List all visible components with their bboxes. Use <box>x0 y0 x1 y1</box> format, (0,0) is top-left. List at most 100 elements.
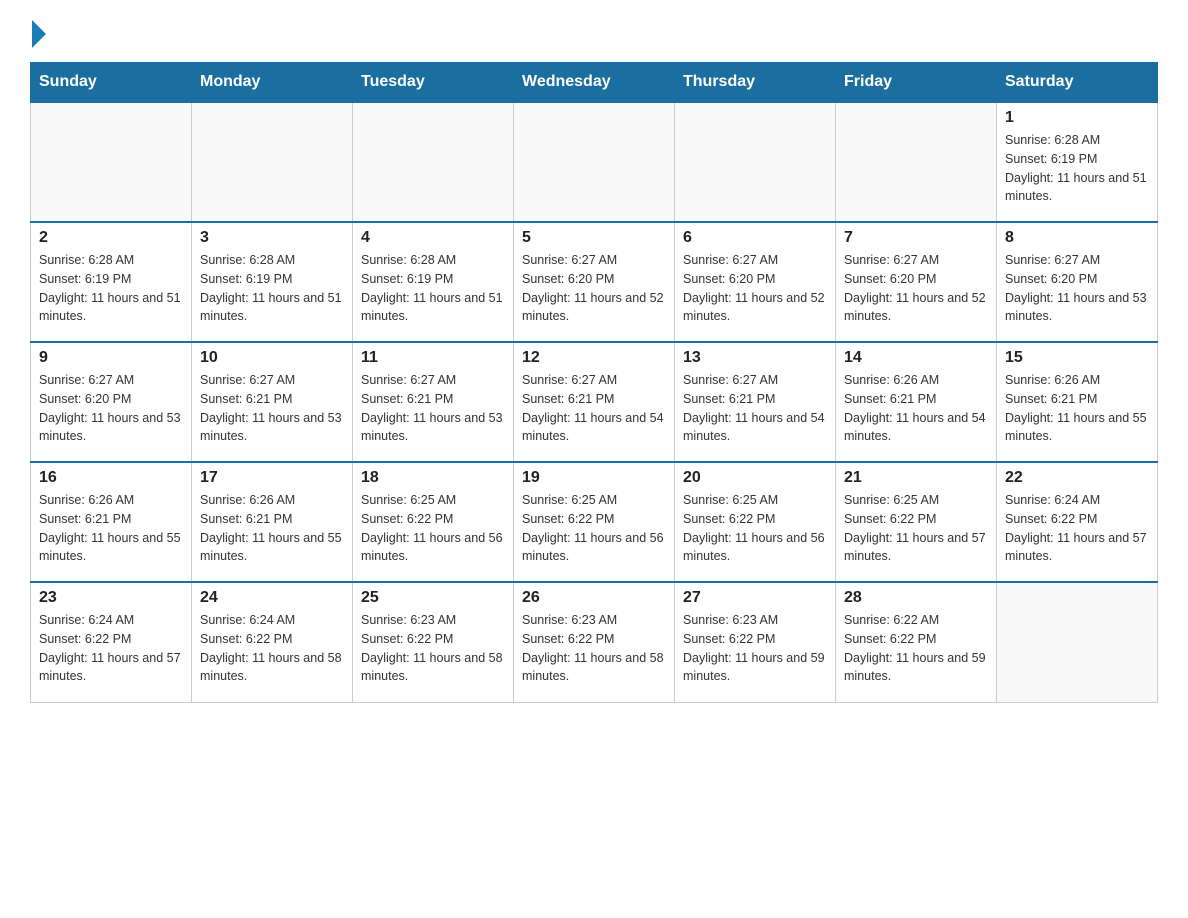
calendar-week-row: 2 Sunrise: 6:28 AM Sunset: 6:19 PM Daylig… <box>31 222 1158 342</box>
calendar-day-cell: 5 Sunrise: 6:27 AM Sunset: 6:20 PM Daylig… <box>514 222 675 342</box>
calendar-day-cell <box>675 102 836 222</box>
day-info: Sunrise: 6:28 AM Sunset: 6:19 PM Dayligh… <box>1005 131 1149 206</box>
calendar-day-cell: 19 Sunrise: 6:25 AM Sunset: 6:22 PM Dayli… <box>514 462 675 582</box>
day-info: Sunrise: 6:28 AM Sunset: 6:19 PM Dayligh… <box>361 251 505 326</box>
calendar-day-cell: 10 Sunrise: 6:27 AM Sunset: 6:21 PM Dayli… <box>192 342 353 462</box>
page-header <box>30 20 1158 46</box>
logo-arrow-icon <box>32 20 46 48</box>
calendar-day-cell: 13 Sunrise: 6:27 AM Sunset: 6:21 PM Dayli… <box>675 342 836 462</box>
calendar-day-header: Saturday <box>997 63 1158 103</box>
calendar-day-cell: 1 Sunrise: 6:28 AM Sunset: 6:19 PM Daylig… <box>997 102 1158 222</box>
calendar-day-header: Wednesday <box>514 63 675 103</box>
calendar-day-cell: 11 Sunrise: 6:27 AM Sunset: 6:21 PM Dayli… <box>353 342 514 462</box>
day-info: Sunrise: 6:27 AM Sunset: 6:21 PM Dayligh… <box>683 371 827 446</box>
calendar-week-row: 16 Sunrise: 6:26 AM Sunset: 6:21 PM Dayli… <box>31 462 1158 582</box>
day-number: 9 <box>39 349 183 367</box>
calendar-day-header: Sunday <box>31 63 192 103</box>
day-info: Sunrise: 6:24 AM Sunset: 6:22 PM Dayligh… <box>1005 491 1149 566</box>
day-info: Sunrise: 6:28 AM Sunset: 6:19 PM Dayligh… <box>200 251 344 326</box>
day-info: Sunrise: 6:26 AM Sunset: 6:21 PM Dayligh… <box>1005 371 1149 446</box>
day-number: 18 <box>361 469 505 487</box>
calendar-day-header: Thursday <box>675 63 836 103</box>
day-number: 26 <box>522 589 666 607</box>
day-number: 8 <box>1005 229 1149 247</box>
day-number: 13 <box>683 349 827 367</box>
calendar-day-cell: 8 Sunrise: 6:27 AM Sunset: 6:20 PM Daylig… <box>997 222 1158 342</box>
calendar-day-cell: 4 Sunrise: 6:28 AM Sunset: 6:19 PM Daylig… <box>353 222 514 342</box>
calendar-day-cell <box>514 102 675 222</box>
day-number: 25 <box>361 589 505 607</box>
calendar-day-cell: 7 Sunrise: 6:27 AM Sunset: 6:20 PM Daylig… <box>836 222 997 342</box>
day-info: Sunrise: 6:27 AM Sunset: 6:20 PM Dayligh… <box>39 371 183 446</box>
calendar-day-cell: 17 Sunrise: 6:26 AM Sunset: 6:21 PM Dayli… <box>192 462 353 582</box>
day-number: 24 <box>200 589 344 607</box>
day-number: 3 <box>200 229 344 247</box>
calendar-day-cell: 16 Sunrise: 6:26 AM Sunset: 6:21 PM Dayli… <box>31 462 192 582</box>
calendar-header-row: SundayMondayTuesdayWednesdayThursdayFrid… <box>31 63 1158 103</box>
calendar-day-cell: 25 Sunrise: 6:23 AM Sunset: 6:22 PM Dayli… <box>353 582 514 702</box>
calendar-day-cell: 26Sunrise: 6:23 AM Sunset: 6:22 PM Dayli… <box>514 582 675 702</box>
calendar-day-cell: 18 Sunrise: 6:25 AM Sunset: 6:22 PM Dayli… <box>353 462 514 582</box>
day-info: Sunrise: 6:26 AM Sunset: 6:21 PM Dayligh… <box>39 491 183 566</box>
day-number: 14 <box>844 349 988 367</box>
day-info: Sunrise: 6:24 AM Sunset: 6:22 PM Dayligh… <box>200 611 344 686</box>
calendar-day-cell <box>192 102 353 222</box>
calendar-day-cell: 3 Sunrise: 6:28 AM Sunset: 6:19 PM Daylig… <box>192 222 353 342</box>
logo <box>30 20 46 46</box>
calendar-table: SundayMondayTuesdayWednesdayThursdayFrid… <box>30 62 1158 703</box>
day-info: Sunrise: 6:27 AM Sunset: 6:20 PM Dayligh… <box>683 251 827 326</box>
calendar-day-cell: 28Sunrise: 6:22 AM Sunset: 6:22 PM Dayli… <box>836 582 997 702</box>
calendar-day-cell: 24 Sunrise: 6:24 AM Sunset: 6:22 PM Dayli… <box>192 582 353 702</box>
calendar-day-cell: 12 Sunrise: 6:27 AM Sunset: 6:21 PM Dayli… <box>514 342 675 462</box>
day-info: Sunrise: 6:27 AM Sunset: 6:21 PM Dayligh… <box>200 371 344 446</box>
day-number: 11 <box>361 349 505 367</box>
day-info: Sunrise: 6:28 AM Sunset: 6:19 PM Dayligh… <box>39 251 183 326</box>
day-info: Sunrise: 6:26 AM Sunset: 6:21 PM Dayligh… <box>200 491 344 566</box>
calendar-day-cell: 2 Sunrise: 6:28 AM Sunset: 6:19 PM Daylig… <box>31 222 192 342</box>
day-number: 7 <box>844 229 988 247</box>
day-info: Sunrise: 6:27 AM Sunset: 6:20 PM Dayligh… <box>1005 251 1149 326</box>
day-info: Sunrise: 6:24 AM Sunset: 6:22 PM Dayligh… <box>39 611 183 686</box>
calendar-day-cell: 14 Sunrise: 6:26 AM Sunset: 6:21 PM Dayli… <box>836 342 997 462</box>
day-number: 2 <box>39 229 183 247</box>
day-info: Sunrise: 6:27 AM Sunset: 6:20 PM Dayligh… <box>844 251 988 326</box>
day-number: 23 <box>39 589 183 607</box>
day-number: 10 <box>200 349 344 367</box>
day-number: 19 <box>522 469 666 487</box>
calendar-day-cell: 27 Sunrise: 6:23 AM Sunset: 6:22 PM Dayli… <box>675 582 836 702</box>
calendar-week-row: 9 Sunrise: 6:27 AM Sunset: 6:20 PM Daylig… <box>31 342 1158 462</box>
day-info: Sunrise: 6:27 AM Sunset: 6:21 PM Dayligh… <box>522 371 666 446</box>
day-number: 20 <box>683 469 827 487</box>
day-info: Sunrise: 6:25 AM Sunset: 6:22 PM Dayligh… <box>683 491 827 566</box>
day-info: Sunrise: 6:25 AM Sunset: 6:22 PM Dayligh… <box>522 491 666 566</box>
day-info: Sunrise: 6:26 AM Sunset: 6:21 PM Dayligh… <box>844 371 988 446</box>
day-number: 1 <box>1005 109 1149 127</box>
calendar-day-cell <box>353 102 514 222</box>
calendar-day-cell: 6 Sunrise: 6:27 AM Sunset: 6:20 PM Daylig… <box>675 222 836 342</box>
calendar-day-header: Tuesday <box>353 63 514 103</box>
day-number: 4 <box>361 229 505 247</box>
calendar-day-cell: 23 Sunrise: 6:24 AM Sunset: 6:22 PM Dayli… <box>31 582 192 702</box>
day-info: Sunrise: 6:23 AM Sunset: 6:22 PM Dayligh… <box>683 611 827 686</box>
calendar-day-header: Monday <box>192 63 353 103</box>
day-info: Sunrise: 6:27 AM Sunset: 6:21 PM Dayligh… <box>361 371 505 446</box>
day-info: Sunrise: 6:27 AM Sunset: 6:20 PM Dayligh… <box>522 251 666 326</box>
day-number: 15 <box>1005 349 1149 367</box>
day-number: 5 <box>522 229 666 247</box>
day-info: Sunrise: 6:25 AM Sunset: 6:22 PM Dayligh… <box>844 491 988 566</box>
day-number: 12 <box>522 349 666 367</box>
calendar-day-header: Friday <box>836 63 997 103</box>
calendar-day-cell: 21 Sunrise: 6:25 AM Sunset: 6:22 PM Dayli… <box>836 462 997 582</box>
calendar-day-cell: 9 Sunrise: 6:27 AM Sunset: 6:20 PM Daylig… <box>31 342 192 462</box>
calendar-week-row: 1 Sunrise: 6:28 AM Sunset: 6:19 PM Daylig… <box>31 102 1158 222</box>
day-number: 27 <box>683 589 827 607</box>
day-info: Sunrise: 6:25 AM Sunset: 6:22 PM Dayligh… <box>361 491 505 566</box>
calendar-day-cell: 15 Sunrise: 6:26 AM Sunset: 6:21 PM Dayli… <box>997 342 1158 462</box>
day-number: 16 <box>39 469 183 487</box>
day-number: 17 <box>200 469 344 487</box>
calendar-day-cell <box>31 102 192 222</box>
day-number: 22 <box>1005 469 1149 487</box>
day-number: 21 <box>844 469 988 487</box>
day-info: Sunrise: 6:23 AM Sunset: 6:22 PM Dayligh… <box>361 611 505 686</box>
day-number: 6 <box>683 229 827 247</box>
